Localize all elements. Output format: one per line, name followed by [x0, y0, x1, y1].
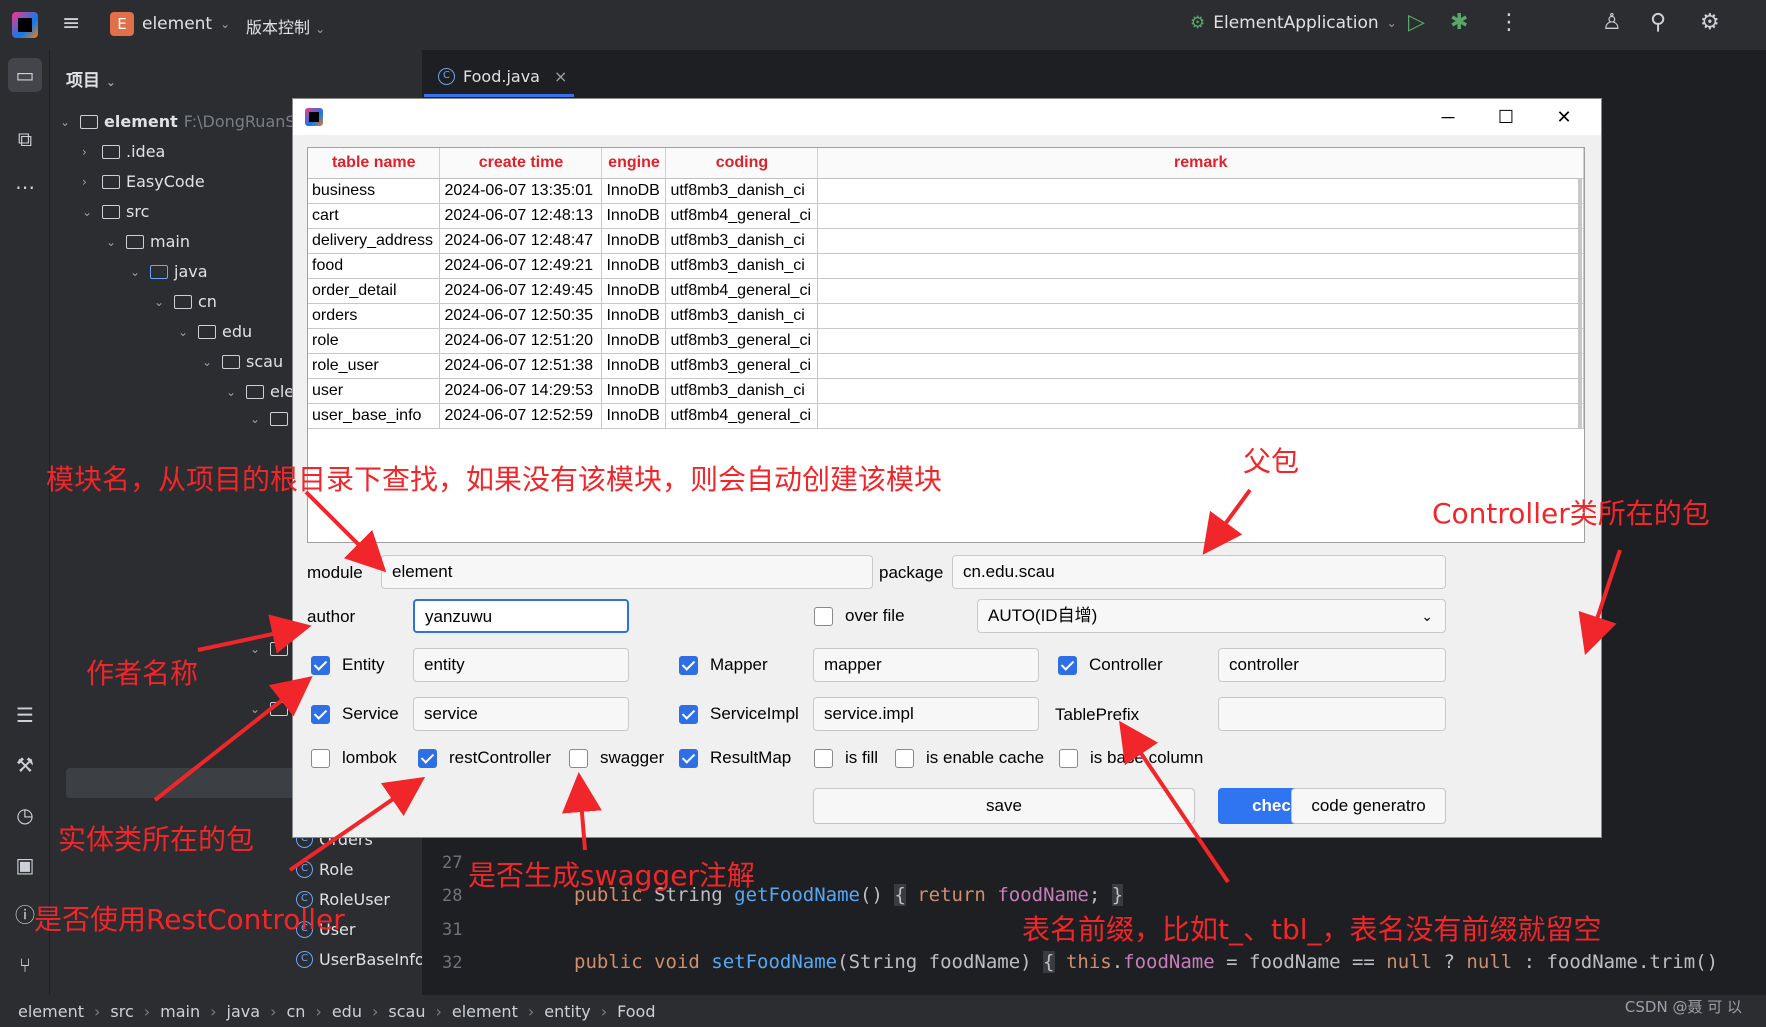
annotation-arrow [1202, 488, 1252, 555]
annotation-arrow [1578, 549, 1622, 656]
annotation-swagger: 是否生成swagger注解 [468, 859, 755, 892]
annotation-arrow [288, 776, 426, 872]
annotation-controller: Controller类所在的包 [1432, 497, 1710, 530]
annotation-arrow [561, 772, 602, 851]
annotation-arrow [197, 614, 312, 654]
annotation-arrow [304, 490, 387, 573]
annotation-restcontroller: 是否使用RestController [34, 903, 345, 936]
annotation-author: 作者名称 [86, 657, 199, 690]
annotation-arrow [153, 676, 313, 802]
annotation-arrow [1119, 720, 1230, 884]
annotation-entity: 实体类所在的包 [58, 823, 255, 856]
annotation-tableprefix: 表名前缀，比如t_、tbl_，表名没有前缀就留空 [1022, 913, 1602, 946]
annotation-package: 父包 [1243, 445, 1300, 478]
annotation-module: 模块名，从项目的根目录下查找，如果没有该模块，则会自动创建该模块 [46, 463, 943, 496]
